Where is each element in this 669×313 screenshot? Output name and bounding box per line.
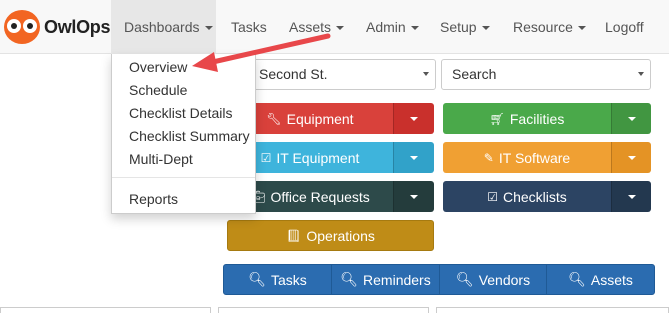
- facilities-dropdown-toggle[interactable]: [611, 103, 651, 134]
- caret-down-icon: [627, 194, 636, 199]
- quick-assets-label: Assets: [590, 271, 633, 288]
- search-select[interactable]: Search: [441, 59, 651, 90]
- nav-tasks[interactable]: Tasks: [231, 0, 267, 54]
- caret-down-icon: [627, 116, 636, 121]
- chevron-down-icon: [577, 26, 586, 31]
- quick-reminders-label: Reminders: [363, 271, 431, 288]
- nav-tasks-label: Tasks: [231, 19, 267, 35]
- quick-tasks-label: Tasks: [270, 271, 307, 288]
- menu-item-overview[interactable]: Overview: [129, 59, 187, 75]
- equipment-label: Equipment: [286, 110, 354, 127]
- chevron-down-icon: [410, 26, 419, 31]
- office-requests-dropdown-toggle[interactable]: [393, 181, 434, 212]
- nav-resource-label: Resource: [513, 19, 573, 35]
- menu-item-multi-dept[interactable]: Multi-Dept: [129, 151, 193, 167]
- panel-edge: [0, 307, 211, 313]
- it-software-button[interactable]: ✎ IT Software: [443, 142, 611, 173]
- nav-setup-label: Setup: [440, 19, 477, 35]
- owl-logo-icon: [4, 10, 40, 44]
- panel-edge: [218, 307, 429, 313]
- search-select-value: Search: [452, 66, 497, 82]
- cart-icon: 🛒︎: [489, 111, 505, 126]
- quick-assets-button[interactable]: 🔍︎ Assets: [546, 264, 655, 295]
- operations-label: Operations: [306, 227, 375, 244]
- caret-down-icon: [627, 155, 636, 160]
- search-icon: 🔍︎: [340, 271, 359, 287]
- nav-assets-label: Assets: [289, 19, 332, 35]
- book-icon: 📕︎: [286, 228, 302, 243]
- it-equipment-label: IT Equipment: [276, 149, 360, 166]
- chevron-down-icon: [204, 26, 213, 31]
- equipment-dropdown-toggle[interactable]: [393, 103, 434, 134]
- nav-dashboards-label: Dashboards: [124, 19, 200, 35]
- caret-down-icon: [410, 116, 418, 121]
- menu-divider: [112, 177, 255, 178]
- nav-logoff[interactable]: Logoff: [605, 0, 644, 54]
- chevron-down-icon: [336, 26, 345, 31]
- caret-down-icon: [410, 155, 418, 160]
- quick-vendors-button[interactable]: 🔍︎ Vendors: [439, 264, 547, 295]
- operations-button[interactable]: 📕︎ Operations: [227, 220, 434, 251]
- it-software-dropdown-toggle[interactable]: [611, 142, 651, 173]
- nav-admin-label: Admin: [366, 19, 406, 35]
- location-select[interactable]: Second St.: [227, 59, 436, 90]
- nav-setup[interactable]: Setup: [440, 0, 490, 54]
- menu-item-reports[interactable]: Reports: [129, 191, 178, 207]
- facilities-label: Facilities: [509, 110, 565, 127]
- quick-links-group: 🔍︎ Tasks 🔍︎ Reminders 🔍︎ Vendors 🔍︎ Assets: [223, 264, 655, 295]
- bottom-panels: [0, 307, 669, 313]
- top-navbar: OwlOps Dashboards Tasks Assets Admin Set…: [0, 0, 669, 54]
- select-arrow-icon: [423, 72, 429, 76]
- quick-reminders-button[interactable]: 🔍︎ Reminders: [331, 264, 440, 295]
- search-icon: 🔍︎: [568, 271, 586, 287]
- facilities-button[interactable]: 🛒︎ Facilities: [443, 103, 611, 134]
- it-software-label: IT Software: [498, 149, 571, 166]
- nav-resource[interactable]: Resource: [513, 0, 586, 54]
- quick-tasks-button[interactable]: 🔍︎ Tasks: [223, 264, 332, 295]
- search-icon: 🔍︎: [455, 271, 474, 287]
- nav-admin[interactable]: Admin: [366, 0, 419, 54]
- menu-item-checklist-summary[interactable]: Checklist Summary: [129, 128, 250, 144]
- quick-vendors-label: Vendors: [478, 271, 531, 288]
- checkbox-icon: ☑: [260, 150, 272, 165]
- office-requests-label: Office Requests: [270, 188, 370, 205]
- nav-assets[interactable]: Assets: [289, 0, 345, 54]
- pencil-icon: ✎: [483, 150, 494, 165]
- nav-dashboards[interactable]: Dashboards: [111, 0, 216, 54]
- caret-down-icon: [410, 194, 418, 199]
- app-page: OwlOps Dashboards Tasks Assets Admin Set…: [0, 0, 669, 313]
- checkbox-icon: ☑: [487, 189, 498, 204]
- wrench-icon: 🔧︎: [266, 111, 282, 126]
- chevron-down-icon: [481, 26, 490, 31]
- dashboards-dropdown-menu: Overview Schedule Checklist Details Chec…: [111, 54, 256, 214]
- checklists-dropdown-toggle[interactable]: [611, 181, 651, 212]
- checklists-label: Checklists: [502, 188, 567, 205]
- select-arrow-icon: [638, 72, 644, 76]
- panel-edge: [436, 307, 669, 313]
- menu-item-schedule[interactable]: Schedule: [129, 82, 187, 98]
- brand-name: OwlOps: [44, 16, 111, 37]
- menu-item-checklist-details[interactable]: Checklist Details: [129, 105, 232, 121]
- search-icon: 🔍︎: [248, 271, 266, 287]
- brand-logo[interactable]: OwlOps: [4, 10, 111, 44]
- checklists-button[interactable]: ☑ Checklists: [443, 181, 611, 212]
- it-equipment-dropdown-toggle[interactable]: [393, 142, 434, 173]
- nav-logoff-label: Logoff: [605, 19, 644, 35]
